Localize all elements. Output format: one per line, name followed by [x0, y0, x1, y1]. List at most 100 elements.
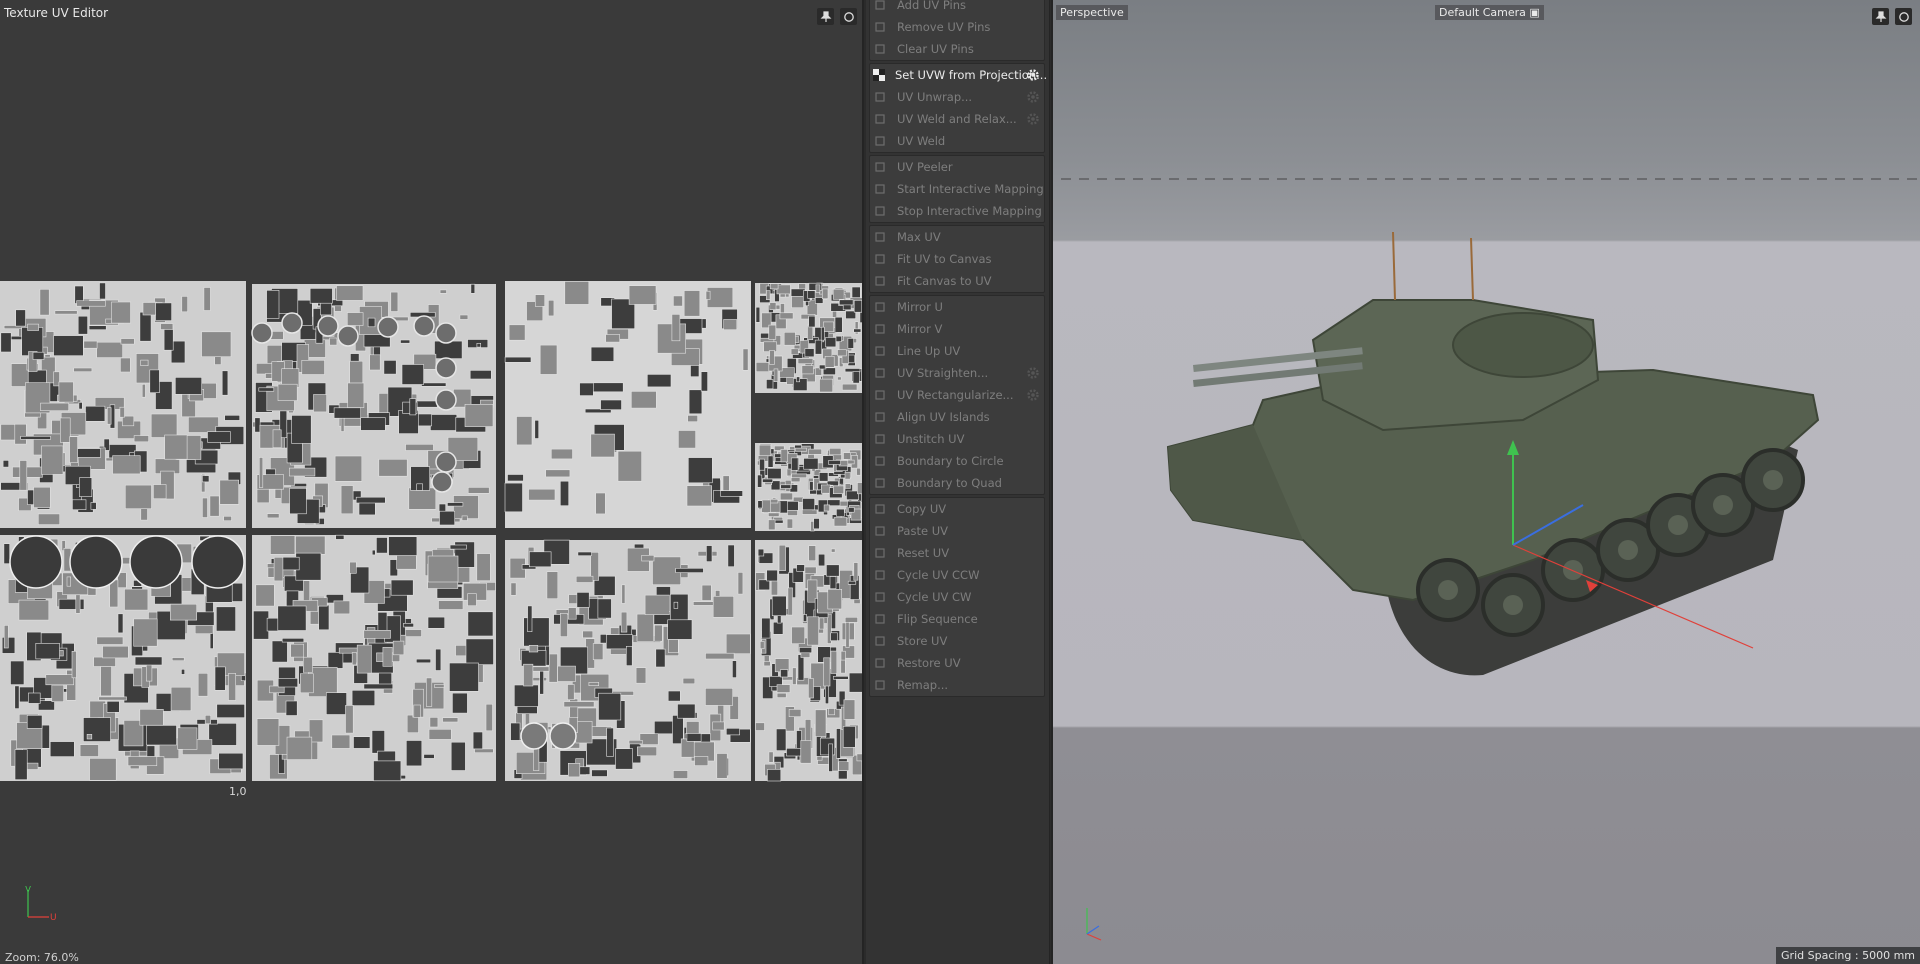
uv-command-store[interactable]: Store UV: [870, 630, 1044, 652]
uv-command-remap[interactable]: Remap...: [870, 674, 1044, 696]
uv-maximize-button[interactable]: [840, 8, 857, 25]
uv-command-mirror-v[interactable]: Mirror V: [870, 318, 1044, 340]
uv-command-label: UV Unwrap...: [897, 90, 973, 104]
uv-command-pin-add[interactable]: Add UV Pins: [870, 0, 1044, 16]
camera-name: Default Camera: [1439, 6, 1526, 19]
uv-command-rectangularize[interactable]: UV Rectangularize...: [870, 384, 1044, 406]
paste-icon: [873, 524, 887, 538]
gear-icon[interactable]: [1026, 68, 1040, 82]
uv-command-align[interactable]: Align UV Islands: [870, 406, 1044, 428]
remap-icon: [873, 678, 887, 692]
grid-spacing-label: Grid Spacing : 5000 mm: [1776, 947, 1920, 964]
uv-pin-view-button[interactable]: [817, 8, 834, 25]
uv-command-cycle-ccw[interactable]: Cycle UV CCW: [870, 564, 1044, 586]
pin-remove-icon: [873, 20, 887, 34]
uv-command-flip[interactable]: Flip Sequence: [870, 608, 1044, 630]
wheel-hub: [1713, 495, 1733, 515]
uv-command-unwrap[interactable]: UV Unwrap...: [870, 86, 1044, 108]
gear-icon[interactable]: [1026, 366, 1040, 380]
refresh-icon: [843, 11, 854, 22]
uv-command-label: Remap...: [897, 678, 949, 692]
turret-ring: [1452, 312, 1594, 378]
mapping-stop-icon: [873, 204, 887, 218]
uv-command-cycle-cw[interactable]: Cycle UV CW: [870, 586, 1044, 608]
perspective-viewport[interactable]: Perspective Default Camera ▣ Grid Spacin…: [1051, 0, 1920, 964]
copy-icon: [873, 502, 887, 516]
line-up-icon: [873, 344, 887, 358]
uv-editor-header-icons: [817, 8, 857, 25]
uv-command-label: UV Rectangularize...: [897, 388, 1014, 402]
uv-command-max-uv[interactable]: Max UV: [870, 226, 1044, 248]
uv-command-mirror-u[interactable]: Mirror U: [870, 296, 1044, 318]
uv-command-label: Restore UV: [897, 656, 961, 670]
wheel-hub: [1763, 470, 1783, 490]
uv-command-label: Mirror V: [897, 322, 943, 336]
pin-add-icon: [873, 0, 887, 12]
uv-command-group: UV Peeler Start Interactive Mapping Stop I…: [869, 155, 1045, 223]
uv-command-label: Start Interactive Mapping: [897, 182, 1044, 196]
uv-command-restore[interactable]: Restore UV: [870, 652, 1044, 674]
viewport-pin-button[interactable]: [1872, 8, 1889, 25]
uv-command-fit-canvas[interactable]: Fit Canvas to UV: [870, 270, 1044, 292]
uv-command-reset[interactable]: Reset UV: [870, 542, 1044, 564]
uv-command-circle[interactable]: Boundary to Circle: [870, 450, 1044, 472]
straighten-icon: [873, 366, 887, 380]
antenna-right: [1470, 237, 1474, 301]
uv-command-label: Paste UV: [897, 524, 948, 538]
viewport-title[interactable]: Perspective: [1056, 5, 1128, 20]
uv-coordinate-label: 1,0: [229, 785, 247, 798]
uv-command-paste[interactable]: Paste UV: [870, 520, 1044, 542]
wheel-hub: [1618, 540, 1638, 560]
quad-icon: [873, 476, 887, 490]
uv-command-group: Copy UV Paste UV Reset UV Cycle UV CCW Cycle…: [869, 497, 1045, 697]
uv-axis-gizmo: V U: [25, 886, 57, 922]
pin-icon: [1875, 10, 1886, 22]
uv-command-label: Stop Interactive Mapping: [897, 204, 1042, 218]
axis-u-label: U: [50, 913, 57, 922]
align-icon: [873, 410, 887, 424]
restore-icon: [873, 656, 887, 670]
viewport-maximize-button[interactable]: [1895, 8, 1912, 25]
wheel-hub: [1438, 580, 1458, 600]
uv-command-label: Remove UV Pins: [897, 20, 991, 34]
uv-command-label: Reset UV: [897, 546, 950, 560]
mapping-start-icon: [873, 182, 887, 196]
uv-command-weld-relax[interactable]: UV Weld and Relax...: [870, 108, 1044, 130]
rectangularize-icon: [873, 388, 887, 402]
uv-command-label: Add UV Pins: [897, 0, 967, 12]
uv-command-copy[interactable]: Copy UV: [870, 498, 1044, 520]
uv-command-label: Boundary to Circle: [897, 454, 1004, 468]
circle-icon: [873, 454, 887, 468]
uv-editor-title: Texture UV Editor: [4, 6, 109, 20]
uv-command-quad[interactable]: Boundary to Quad: [870, 472, 1044, 494]
uv-canvas[interactable]: [0, 0, 864, 964]
uv-command-label: Set UVW from Projection...: [895, 68, 1048, 82]
uv-command-straighten[interactable]: UV Straighten...: [870, 362, 1044, 384]
viewport-scene[interactable]: [1053, 0, 1920, 964]
gear-icon[interactable]: [1026, 90, 1040, 104]
gear-icon[interactable]: [1026, 112, 1040, 126]
uv-command-peeler[interactable]: UV Peeler: [870, 156, 1044, 178]
uv-command-fit-uv[interactable]: Fit UV to Canvas: [870, 248, 1044, 270]
uv-command-line-up[interactable]: Line Up UV: [870, 340, 1044, 362]
wheel-hub: [1563, 560, 1583, 580]
uv-command-checker[interactable]: Set UVW from Projection...: [870, 64, 1048, 86]
pin-clear-icon: [873, 42, 887, 56]
unwrap-icon: [873, 90, 887, 104]
checker-icon: [873, 68, 885, 82]
gear-icon[interactable]: [1026, 388, 1040, 402]
uv-command-mapping-start[interactable]: Start Interactive Mapping: [870, 178, 1044, 200]
uv-command-pin-clear[interactable]: Clear UV Pins: [870, 38, 1044, 60]
uv-command-group: Max UV Fit UV to Canvas Fit Canvas to UV: [869, 225, 1045, 293]
uv-command-label: UV Peeler: [897, 160, 953, 174]
uv-command-mapping-stop[interactable]: Stop Interactive Mapping: [870, 200, 1044, 222]
uv-command-weld[interactable]: UV Weld: [870, 130, 1044, 152]
uv-command-label: Clear UV Pins: [897, 42, 974, 56]
uv-command-pin-remove[interactable]: Remove UV Pins: [870, 16, 1044, 38]
texture-uv-editor[interactable]: Texture UV Editor 1,0 V U Zoom: 76.0%: [0, 0, 864, 964]
fit-uv-icon: [873, 252, 887, 266]
uv-command-unstitch[interactable]: Unstitch UV: [870, 428, 1044, 450]
reset-icon: [873, 546, 887, 560]
camera-selector[interactable]: Default Camera ▣: [1435, 5, 1544, 20]
peeler-icon: [873, 160, 887, 174]
